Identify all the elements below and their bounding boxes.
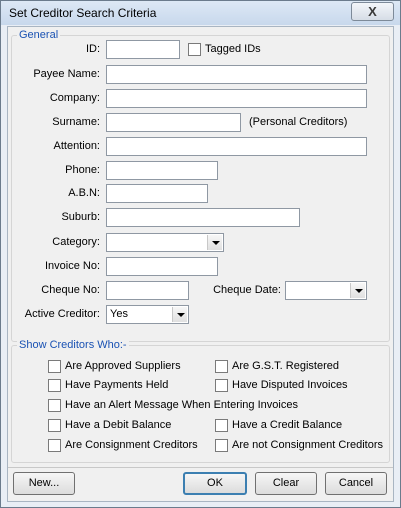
cancel-button[interactable]: Cancel <box>325 472 387 495</box>
gst-registered-checkbox[interactable] <box>215 360 228 373</box>
surname-note: (Personal Creditors) <box>249 116 348 128</box>
active-creditor-label: Active Creditor: <box>24 308 100 320</box>
disputed-invoices-label: Have Disputed Invoices <box>232 379 348 391</box>
chevron-down-icon[interactable] <box>172 307 187 322</box>
debit-balance-label: Have a Debit Balance <box>65 419 172 431</box>
close-icon[interactable]: X <box>352 4 393 19</box>
approved-suppliers-checkbox[interactable] <box>48 360 61 373</box>
category-dropdown[interactable] <box>106 233 224 252</box>
invoice-no-input[interactable] <box>106 257 218 276</box>
dialog-window: Set Creditor Search Criteria X General I… <box>0 0 401 508</box>
consignment-checkbox[interactable] <box>48 439 61 452</box>
id-input[interactable] <box>106 40 180 59</box>
credit-balance-label: Have a Credit Balance <box>232 419 343 431</box>
general-group-legend: General <box>17 29 61 41</box>
phone-label: Phone: <box>65 164 100 176</box>
credit-balance-checkbox[interactable] <box>215 419 228 432</box>
disputed-invoices-checkbox[interactable] <box>215 379 228 392</box>
suburb-label: Suburb: <box>61 211 100 223</box>
show-creditors-legend: Show Creditors Who:- <box>17 339 129 351</box>
cheque-no-label: Cheque No: <box>41 284 100 296</box>
approved-suppliers-label: Are Approved Suppliers <box>65 360 181 372</box>
new-button[interactable]: New... <box>13 472 75 495</box>
ok-button[interactable]: OK <box>183 472 247 495</box>
phone-input[interactable] <box>106 161 218 180</box>
attention-label: Attention: <box>53 140 100 152</box>
debit-balance-checkbox[interactable] <box>48 419 61 432</box>
consignment-label: Are Consignment Creditors <box>65 439 198 451</box>
title-bar[interactable]: Set Creditor Search Criteria X <box>1 1 400 25</box>
not-consignment-checkbox[interactable] <box>215 439 228 452</box>
company-input[interactable] <box>106 89 367 108</box>
cheque-date-picker[interactable] <box>285 281 367 300</box>
close-button[interactable]: X <box>351 2 394 21</box>
gst-registered-label: Are G.S.T. Registered <box>232 360 339 372</box>
payments-held-label: Have Payments Held <box>65 379 169 391</box>
active-creditor-value: Yes <box>110 308 128 320</box>
invoice-no-label: Invoice No: <box>44 260 100 272</box>
chevron-down-icon[interactable] <box>350 283 365 298</box>
dialog-client-area: General ID: Tagged IDs Payee Name: Compa… <box>7 26 394 502</box>
suburb-input[interactable] <box>106 208 300 227</box>
surname-label: Surname: <box>52 116 100 128</box>
clear-button[interactable]: Clear <box>255 472 317 495</box>
abn-label: A.B.N: <box>68 187 100 199</box>
button-bar-separator <box>8 467 393 468</box>
payments-held-checkbox[interactable] <box>48 379 61 392</box>
cheque-no-input[interactable] <box>106 281 189 300</box>
alert-message-label: Have an Alert Message When Entering Invo… <box>65 399 298 411</box>
company-label: Company: <box>49 92 100 104</box>
not-consignment-label: Are not Consignment Creditors <box>232 439 384 451</box>
chevron-down-icon[interactable] <box>207 235 222 250</box>
payee-name-label: Payee Name: <box>33 68 100 80</box>
abn-input[interactable] <box>106 184 208 203</box>
id-label: ID: <box>85 43 100 55</box>
category-label: Category: <box>52 236 100 248</box>
payee-name-input[interactable] <box>106 65 367 84</box>
surname-input[interactable] <box>106 113 241 132</box>
active-creditor-dropdown[interactable]: Yes <box>106 305 189 324</box>
attention-input[interactable] <box>106 137 367 156</box>
alert-message-checkbox[interactable] <box>48 399 61 412</box>
tagged-ids-checkbox[interactable] <box>188 43 201 56</box>
tagged-ids-label: Tagged IDs <box>205 43 261 55</box>
window-title: Set Creditor Search Criteria <box>9 6 157 20</box>
cheque-date-label: Cheque Date: <box>213 284 281 296</box>
